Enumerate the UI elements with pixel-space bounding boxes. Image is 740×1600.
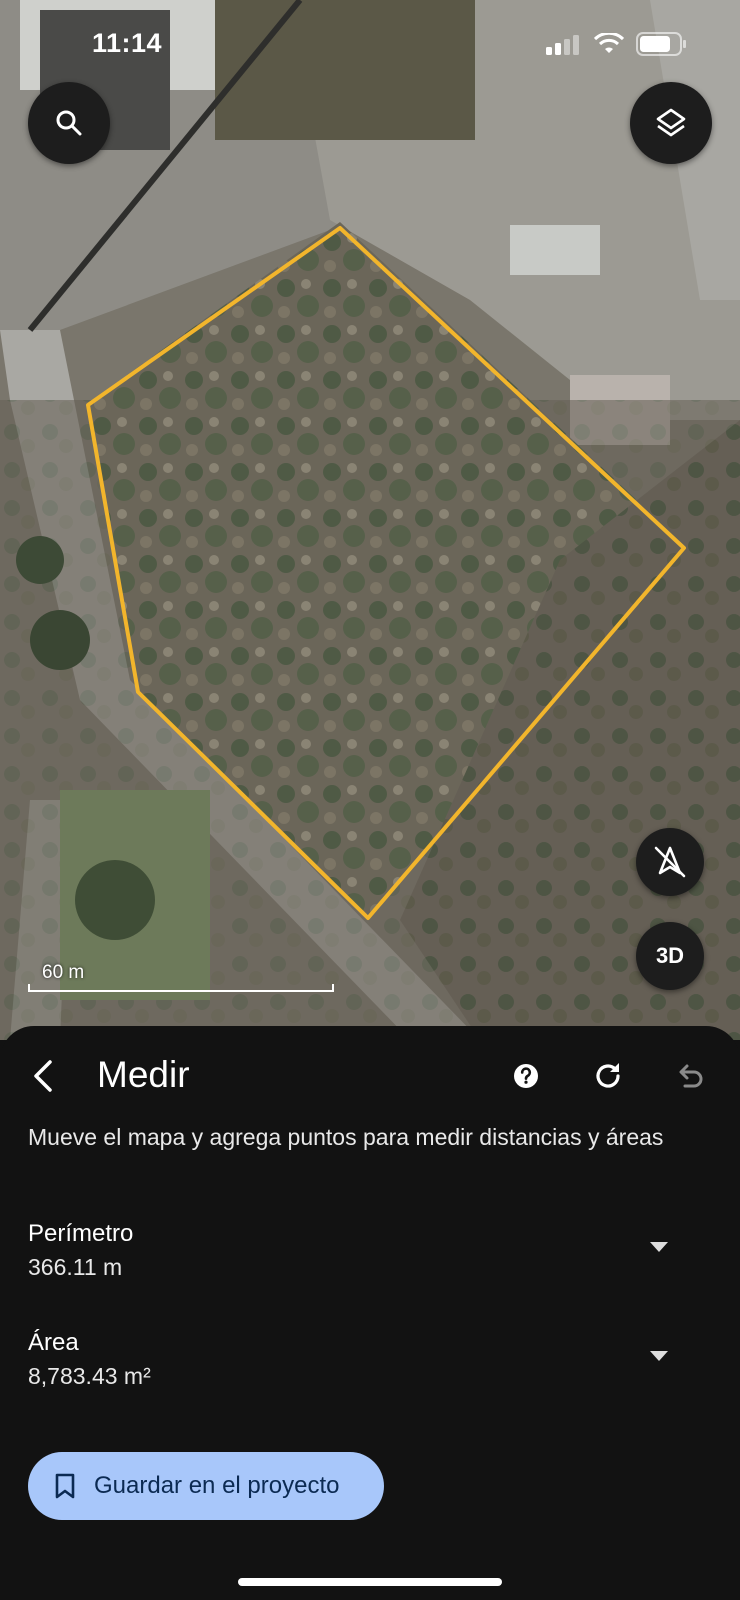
measure-sheet: Medir Mueve el mapa y agrega puntos para…	[0, 1026, 740, 1600]
search-icon	[56, 110, 82, 136]
sheet-header: Medir	[0, 1026, 740, 1122]
caret-down-icon	[650, 1242, 668, 1252]
battery-icon	[636, 32, 686, 56]
signal-icon	[546, 35, 579, 55]
perimeter-row[interactable]: Perímetro 366.11 m	[0, 1220, 740, 1300]
bookmark-icon	[55, 1473, 75, 1499]
back-button[interactable]	[20, 1052, 68, 1100]
search-button[interactable]	[28, 82, 110, 164]
area-value: 8,783.43 m²	[28, 1363, 151, 1389]
wifi-icon	[594, 33, 624, 53]
undo-button[interactable]	[670, 1056, 710, 1096]
back-arrow-icon	[34, 1060, 52, 1092]
perimeter-value: 366.11 m	[28, 1254, 123, 1280]
save-button-label: Guardar en el proyecto	[94, 1472, 340, 1499]
perimeter-label: Perímetro	[28, 1220, 134, 1247]
help-button[interactable]	[506, 1056, 546, 1096]
undo-icon	[679, 1064, 703, 1088]
scale-bar	[28, 984, 334, 992]
status-time: 11:14	[92, 28, 163, 58]
area-label: Área	[28, 1329, 79, 1356]
area-row[interactable]: Área 8,783.43 m²	[0, 1329, 740, 1409]
north-up-button[interactable]	[636, 828, 704, 896]
scale-label: 60 m	[42, 962, 85, 983]
home-indicator	[238, 1578, 502, 1586]
page-title: Medir	[97, 1054, 190, 1095]
map-scale: 60 m	[28, 962, 336, 994]
compass-off-icon	[654, 846, 686, 878]
refresh-icon	[596, 1063, 620, 1088]
instructions-text: Mueve el mapa y agrega puntos para medir…	[28, 1124, 664, 1150]
layers-button[interactable]	[630, 82, 712, 164]
help-icon	[514, 1064, 538, 1088]
3d-button[interactable]: 3D	[636, 922, 704, 990]
caret-down-icon	[650, 1351, 668, 1361]
reset-button[interactable]	[588, 1056, 628, 1096]
save-to-project-button[interactable]: Guardar en el proyecto	[28, 1452, 384, 1520]
satellite-map[interactable]: 11:14 3D 60 m	[0, 0, 740, 1040]
layers-icon	[656, 108, 686, 137]
measure-polygon	[86, 226, 686, 920]
status-bar: 11:14	[0, 0, 740, 90]
status-icons	[546, 32, 688, 56]
